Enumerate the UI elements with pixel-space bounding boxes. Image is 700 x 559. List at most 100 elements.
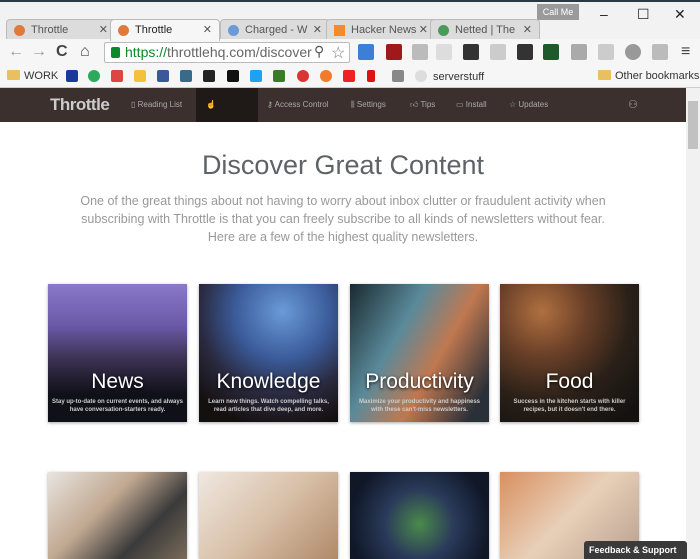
nav-install[interactable]: ▭ Install — [456, 88, 487, 122]
nav-label: Discover — [206, 134, 240, 143]
tab-title: Charged - W — [245, 24, 308, 36]
steam-icon[interactable] — [203, 70, 215, 82]
category-card-food[interactable]: Food Success in the kitchen starts with … — [500, 284, 639, 422]
category-card-image[interactable] — [199, 472, 338, 559]
facebook-icon[interactable] — [157, 70, 169, 82]
extension-icon[interactable] — [358, 44, 374, 60]
card-description: Learn new things. Watch compelling talks… — [208, 399, 329, 413]
nx-extension-icon[interactable] — [652, 44, 668, 60]
other-bookmarks[interactable]: Other bookmarks — [598, 70, 699, 82]
twitter-icon[interactable] — [250, 70, 262, 82]
tab[interactable]: Throttle ✕ — [6, 19, 116, 41]
zoom-icon[interactable]: ⚲ — [314, 43, 324, 60]
gmail-icon[interactable] — [111, 70, 123, 82]
bookmarks-bar: WORK serverstuff Other bookmarks — [0, 66, 700, 88]
es-extension-icon[interactable] — [463, 44, 479, 60]
back-icon[interactable]: ← — [8, 43, 24, 61]
tab[interactable]: Charged - W ✕ — [220, 19, 330, 41]
scrollbar-thumb[interactable] — [688, 101, 698, 149]
nav-label: Reading List — [137, 100, 183, 109]
extension-icon[interactable] — [436, 44, 452, 60]
app-navbar: Throttle ▯ Reading List ☝ Discover ⚷ Acc… — [0, 88, 686, 143]
youtube-icon[interactable] — [343, 70, 355, 82]
minimize-button[interactable]: – — [600, 6, 608, 22]
close-tab-icon[interactable]: ✕ — [99, 23, 108, 36]
feedback-support-button[interactable]: Feedback & Support — [584, 541, 687, 559]
ublock-icon[interactable] — [386, 44, 402, 60]
folder-icon — [598, 70, 611, 80]
reload-icon[interactable]: C — [56, 43, 68, 61]
throttle-favicon-icon — [14, 25, 25, 36]
card-title: Knowledge — [216, 370, 321, 393]
css-extension-icon[interactable] — [571, 44, 587, 60]
bookmark-icon[interactable] — [273, 70, 285, 82]
camera-extension-icon[interactable] — [412, 44, 428, 60]
extension-icon[interactable] — [598, 44, 614, 60]
tab[interactable]: Hacker News ✕ — [326, 19, 436, 41]
throttle-favicon-icon — [118, 25, 129, 36]
bookmark-star-icon[interactable]: ☆ — [331, 43, 345, 63]
extension-icon[interactable] — [543, 44, 559, 60]
drive-icon[interactable] — [134, 70, 146, 82]
throttle-logo[interactable]: Throttle — [50, 95, 110, 115]
bookmark-folder-work[interactable]: WORK — [7, 70, 58, 82]
close-tab-icon[interactable]: ✕ — [313, 23, 322, 36]
close-tab-icon[interactable]: ✕ — [419, 23, 428, 36]
nav-tips[interactable]: 👍︎ Tips — [410, 88, 435, 122]
nav-updates[interactable]: ☆ Updates — [509, 88, 548, 122]
close-tab-icon[interactable]: ✕ — [203, 23, 212, 36]
nav-discover[interactable]: ☝ Discover — [196, 88, 258, 143]
nav-reading-list[interactable]: ▯ Reading List — [131, 88, 182, 122]
bookmark-label: serverstuff — [433, 71, 485, 83]
bookmark-icon[interactable] — [297, 70, 309, 82]
folder-icon — [7, 70, 20, 80]
hangouts-icon[interactable] — [88, 70, 100, 82]
nav-access-control[interactable]: ⚷ Access Control — [267, 88, 328, 122]
netflix-icon[interactable] — [367, 70, 375, 82]
bookmark-icon[interactable] — [392, 70, 404, 82]
music-icon[interactable] — [320, 70, 332, 82]
card-description: Success in the kitchen starts with kille… — [513, 399, 626, 413]
usc-icon[interactable] — [227, 70, 239, 82]
monitor-icon: ▭ — [456, 100, 466, 109]
intro-text: One of the great things about not having… — [80, 194, 606, 244]
maximize-button[interactable]: ☐ — [637, 6, 650, 23]
nav-label: Settings — [356, 100, 386, 109]
category-card-image[interactable] — [48, 472, 187, 559]
close-window-button[interactable]: ✕ — [674, 6, 686, 23]
bookmark-label: Other bookmarks — [615, 70, 700, 82]
tab-title: Hacker News — [351, 24, 417, 36]
close-tab-icon[interactable]: ✕ — [523, 23, 532, 36]
nav-label: Install — [465, 100, 487, 109]
forward-icon[interactable]: → — [31, 43, 47, 61]
charged-favicon-icon — [228, 25, 239, 36]
call-me-button[interactable]: Call Me — [537, 4, 579, 20]
throttle-extension-icon[interactable] — [625, 44, 641, 60]
lock-icon — [111, 47, 120, 58]
nav-settings[interactable]: ⫼ Settings — [351, 88, 386, 122]
extension-icon[interactable] — [490, 44, 506, 60]
card-title: Food — [545, 370, 594, 393]
n-extension-icon[interactable] — [517, 44, 533, 60]
user-icon[interactable]: ⚇ — [628, 88, 638, 122]
card-description: Maximize your productivity and happiness… — [358, 399, 481, 413]
category-card-news[interactable]: News Stay up-to-date on current events, … — [48, 284, 187, 422]
tab[interactable]: Netted | The ✕ — [430, 19, 540, 41]
tab-title: Throttle — [135, 24, 173, 36]
scrollbar[interactable] — [686, 88, 700, 559]
menu-icon[interactable]: ≡ — [681, 43, 690, 61]
book-icon: ▯ — [131, 100, 138, 109]
category-card-knowledge[interactable]: Knowledge Learn new things. Watch compel… — [199, 284, 338, 422]
bookmark-serverstuff[interactable]: serverstuff — [415, 70, 484, 83]
category-card-productivity[interactable]: Productivity Maximize your productivity … — [350, 284, 489, 422]
tab-active[interactable]: Throttle ✕ — [110, 19, 220, 41]
tumblr-icon[interactable] — [180, 70, 192, 82]
bookmark-label: WORK — [24, 70, 59, 82]
paypal-icon[interactable] — [66, 70, 78, 82]
home-icon[interactable]: ⌂ — [80, 43, 90, 61]
category-card-image[interactable] — [350, 472, 489, 559]
page-title: Discover Great Content — [201, 150, 485, 180]
nav-label: Access Control — [274, 100, 329, 109]
pointer-icon: ☝ — [206, 100, 216, 109]
globe-icon — [415, 70, 427, 82]
